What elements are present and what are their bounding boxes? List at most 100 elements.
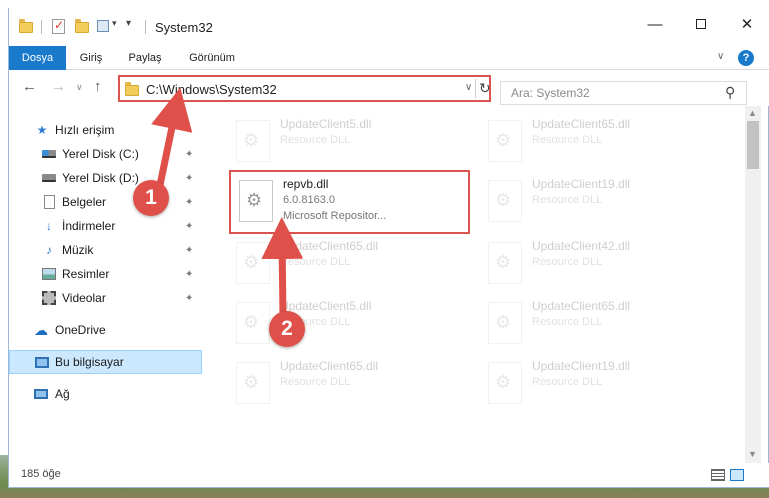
- file-item[interactable]: UpdateClient65.dll Resource DLL: [480, 294, 720, 354]
- close-button[interactable]: ✕: [724, 8, 769, 40]
- file-item[interactable]: UpdateClient19.dll Resource DLL: [480, 172, 720, 232]
- dll-file-icon: [488, 242, 522, 284]
- file-type: Resource DLL: [532, 256, 603, 268]
- sidebar-item-label: Hızlı erişim: [55, 123, 115, 137]
- sidebar-item-disk-d[interactable]: Yerel Disk (D:) ✦: [9, 166, 202, 190]
- document-icon: [42, 195, 56, 209]
- sidebar-item-videos[interactable]: Videolar ✦: [9, 286, 202, 310]
- video-icon: [42, 291, 56, 305]
- sidebar-item-onedrive[interactable]: ☁ OneDrive: [9, 318, 202, 342]
- minimize-button[interactable]: —: [632, 8, 678, 40]
- file-type: Resource DLL: [280, 376, 351, 388]
- step-1-marker: 1: [133, 180, 169, 216]
- properties-check-icon[interactable]: [52, 18, 65, 34]
- sidebar-item-this-pc[interactable]: Bu bilgisayar: [9, 350, 202, 374]
- file-item[interactable]: UpdateClient65.dll Resource DLL: [480, 112, 720, 172]
- sidebar-item-network[interactable]: Ağ: [9, 382, 202, 406]
- music-icon: ♪: [46, 243, 52, 257]
- file-item[interactable]: UpdateClient5.dll Resource DLL: [228, 112, 468, 172]
- file-item[interactable]: UpdateClient5.dll Resource DLL: [228, 294, 468, 354]
- pin-icon[interactable]: ✦: [185, 173, 193, 184]
- quick-access-toolbar-icon[interactable]: [97, 20, 109, 32]
- dll-file-icon: [236, 242, 270, 284]
- sidebar-item-label: Resimler: [62, 267, 110, 281]
- file-name: UpdateClient42.dll: [532, 239, 631, 253]
- up-arrow-icon[interactable]: ↑: [94, 78, 102, 95]
- file-company: Microsoft Repositor...: [283, 210, 387, 222]
- pin-icon[interactable]: ✦: [185, 269, 193, 280]
- file-name: UpdateClient65.dll: [280, 359, 379, 373]
- refresh-icon[interactable]: ↻: [479, 80, 491, 97]
- file-item[interactable]: UpdateClient65.dll Resource DLL: [228, 234, 468, 294]
- address-bar[interactable]: C:\Windows\System32 ∨ ↻: [118, 75, 491, 102]
- file-type: Resource DLL: [280, 256, 351, 268]
- sidebar-item-label: Bu bilgisayar: [55, 355, 124, 369]
- dll-file-icon: [488, 362, 522, 404]
- file-type: Resource DLL: [280, 134, 351, 146]
- pin-icon[interactable]: ✦: [185, 197, 193, 208]
- details-view-icon[interactable]: [711, 469, 725, 481]
- pin-icon[interactable]: ✦: [185, 245, 193, 256]
- search-input[interactable]: Ara: System32 ⚲: [500, 81, 747, 105]
- file-list: UpdateClient5.dll Resource DLL repvb.dll…: [214, 106, 744, 461]
- expand-ribbon-icon[interactable]: ∨: [717, 51, 724, 62]
- file-name: UpdateClient5.dll: [280, 117, 372, 131]
- pin-icon[interactable]: ✦: [185, 293, 193, 304]
- pin-icon[interactable]: ✦: [185, 221, 193, 232]
- sidebar-item-quick-access[interactable]: ★ Hızlı erişim: [9, 118, 202, 142]
- sidebar-item-label: Ağ: [55, 387, 70, 401]
- drive-icon: [42, 147, 56, 161]
- file-type: Resource DLL: [532, 316, 603, 328]
- tab-view[interactable]: Görünüm: [179, 46, 245, 70]
- vertical-scrollbar[interactable]: ▲ ▼: [745, 106, 761, 463]
- sidebar-item-label: Belgeler: [62, 195, 107, 209]
- pin-icon[interactable]: ✦: [185, 149, 193, 160]
- file-type: Resource DLL: [532, 134, 603, 146]
- file-item[interactable]: UpdateClient42.dll Resource DLL: [480, 234, 720, 294]
- sidebar-item-disk-c[interactable]: Yerel Disk (C:) ✦: [9, 142, 202, 166]
- sidebar-item-music[interactable]: ♪ Müzik ✦: [9, 238, 202, 262]
- address-path[interactable]: C:\Windows\System32: [146, 82, 277, 97]
- new-folder-icon[interactable]: [75, 18, 89, 36]
- file-item-repvb-dll[interactable]: repvb.dll 6.0.8163.0 Microsoft Repositor…: [229, 170, 470, 234]
- file-type: Resource DLL: [532, 376, 603, 388]
- item-count: 185 öğe: [21, 468, 61, 480]
- sidebar-item-label: Videolar: [62, 291, 106, 305]
- tab-home[interactable]: Giriş: [66, 46, 116, 70]
- maximize-icon: [696, 19, 706, 29]
- divider: [145, 20, 146, 34]
- file-type: Resource DLL: [532, 194, 603, 206]
- title-bar: ▾ ▾ System32 — ✕: [9, 8, 769, 46]
- recent-locations-icon[interactable]: ∨: [76, 82, 83, 93]
- search-icon[interactable]: ⚲: [725, 84, 735, 101]
- scroll-up-icon[interactable]: ▲: [748, 108, 757, 118]
- sidebar-item-label: OneDrive: [55, 323, 106, 337]
- back-arrow-icon[interactable]: ←: [22, 78, 37, 95]
- address-dropdown-icon[interactable]: ∨: [465, 82, 472, 93]
- download-icon: ↓: [46, 219, 52, 233]
- dll-file-icon: [488, 120, 522, 162]
- scroll-down-icon[interactable]: ▼: [748, 449, 757, 459]
- file-item[interactable]: UpdateClient19.dll Resource DLL: [480, 354, 720, 414]
- file-name: repvb.dll: [283, 177, 329, 191]
- forward-arrow-icon[interactable]: →: [51, 78, 66, 95]
- customize-toolbar-icon[interactable]: ▾: [126, 18, 131, 29]
- file-item[interactable]: UpdateClient65.dll Resource DLL: [228, 354, 468, 414]
- help-icon[interactable]: ?: [738, 50, 754, 66]
- maximize-button[interactable]: [678, 8, 724, 40]
- divider: [41, 20, 42, 34]
- scrollbar-thumb[interactable]: [747, 121, 759, 169]
- chevron-down-icon[interactable]: ▾: [112, 18, 117, 29]
- sidebar-item-pictures[interactable]: Resimler ✦: [9, 262, 202, 286]
- tiles-view-icon[interactable]: [730, 469, 744, 481]
- window-title: System32: [155, 20, 213, 35]
- sidebar-item-label: Müzik: [62, 243, 94, 257]
- file-name: UpdateClient65.dll: [280, 239, 379, 253]
- sidebar-item-documents[interactable]: Belgeler ✦: [9, 190, 202, 214]
- tab-file[interactable]: Dosya: [9, 46, 66, 70]
- sidebar-item-label: İndirmeler: [62, 219, 116, 233]
- navigation-pane: ★ Hızlı erişim Yerel Disk (C:) ✦ Yerel D…: [9, 106, 209, 461]
- picture-icon: [42, 267, 56, 281]
- sidebar-item-downloads[interactable]: ↓ İndirmeler ✦: [9, 214, 202, 238]
- tab-share[interactable]: Paylaş: [120, 46, 170, 70]
